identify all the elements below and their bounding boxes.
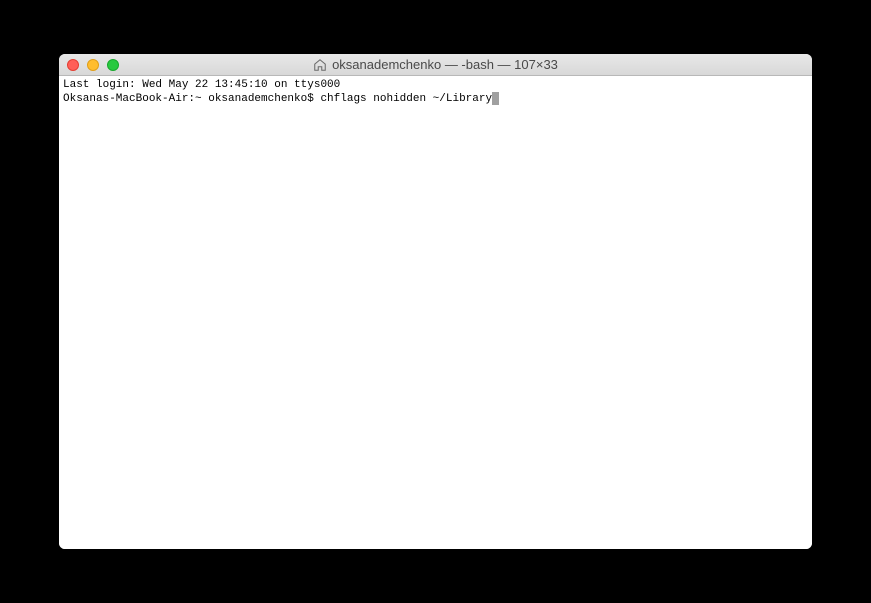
close-button[interactable] [67,59,79,71]
window-titlebar[interactable]: oksanademchenko — -bash — 107×33 [59,54,812,76]
window-title: oksanademchenko — -bash — 107×33 [332,57,558,72]
window-title-container: oksanademchenko — -bash — 107×33 [59,57,812,72]
terminal-command: chflags nohidden ~/Library [320,93,492,105]
terminal-window: oksanademchenko — -bash — 107×33 Last lo… [59,54,812,549]
minimize-button[interactable] [87,59,99,71]
home-icon [313,58,327,72]
maximize-button[interactable] [107,59,119,71]
terminal-output-line: Last login: Wed May 22 13:45:10 on ttys0… [63,78,808,92]
terminal-cursor [492,92,499,105]
terminal-prompt: Oksanas-MacBook-Air:~ oksanademchenko$ [63,93,320,105]
terminal-content-area[interactable]: Last login: Wed May 22 13:45:10 on ttys0… [59,76,812,549]
traffic-lights [67,59,119,71]
terminal-prompt-line: Oksanas-MacBook-Air:~ oksanademchenko$ c… [63,92,808,106]
